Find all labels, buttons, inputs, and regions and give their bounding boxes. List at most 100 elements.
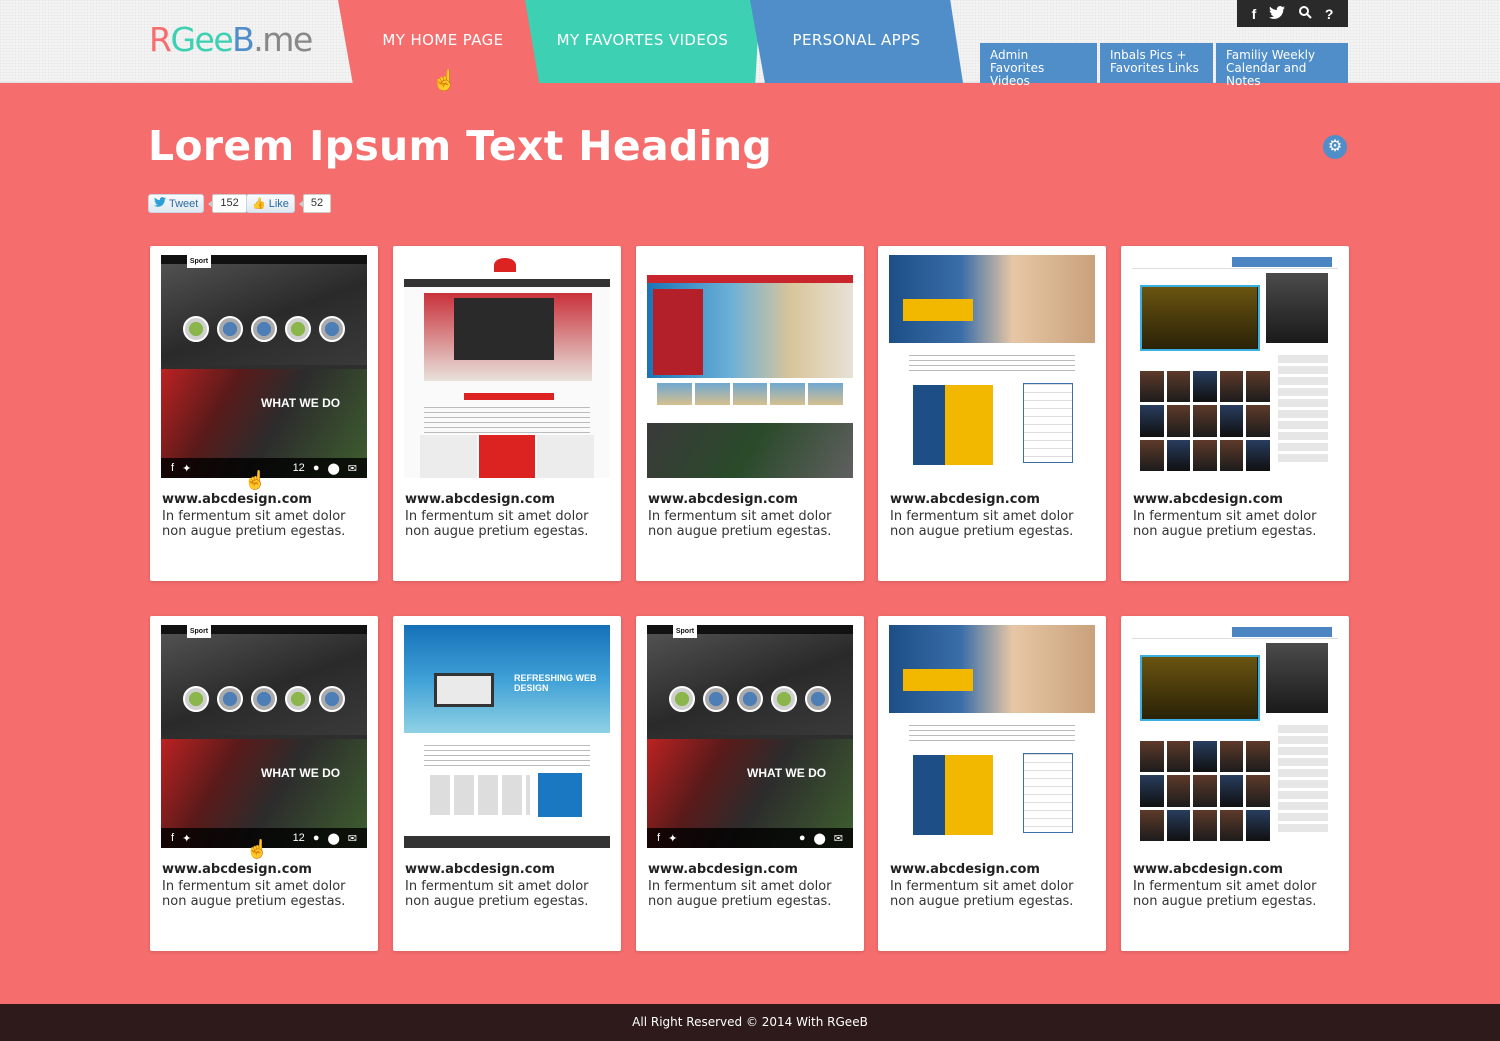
subtab-family-weekly-calendar[interactable]: Familiy Weekly Calendar and Notes	[1216, 43, 1348, 88]
site-thumbnail: Sport WHAT WE DO f ✦ 12 ● ⬤ ✉	[161, 255, 367, 478]
thumb-header	[404, 255, 610, 279]
subtab-admin-favorites-videos[interactable]: Admin Favorites Videos	[980, 43, 1097, 88]
comment-icon[interactable]: ●	[313, 462, 320, 474]
facebook-icon[interactable]: f	[171, 832, 174, 844]
site-card[interactable]: Sport WHAT WE DO f ✦ 12 ● ⬤ ✉ www.abcdesign.com I…	[150, 246, 378, 581]
comment-icon[interactable]: ●	[313, 832, 320, 844]
thumb-quote-box	[538, 773, 582, 817]
logo-letter: R	[149, 20, 172, 59]
card-description: In fermentum sit amet dolor non augue pr…	[890, 879, 1074, 909]
card-url[interactable]: www.abcdesign.com	[162, 862, 312, 877]
tweet-button[interactable]: Tweet	[148, 194, 205, 213]
site-card[interactable]: Sport WHAT WE DO f ✦ ● ⬤ ✉ www.abcdesign.com In …	[636, 616, 864, 951]
site-card[interactable]: www.abcdesign.com In fermentum sit amet d…	[878, 246, 1106, 581]
card-description: In fermentum sit amet dolor non augue pr…	[1133, 879, 1317, 909]
thumb-share-bar: f ✦ ● ⬤ ✉	[647, 828, 853, 848]
mail-icon[interactable]: ✉	[348, 832, 357, 845]
thumb-what-we-do: WHAT WE DO	[261, 766, 341, 780]
like-count: 52	[298, 194, 332, 213]
site-card[interactable]: www.abcdesign.com In fermentum sit amet d…	[636, 246, 864, 581]
card-url[interactable]: www.abcdesign.com	[1133, 862, 1283, 877]
thumb-steps-block	[913, 385, 993, 465]
facebook-icon[interactable]: f	[171, 462, 174, 474]
card-url[interactable]: www.abcdesign.com	[405, 492, 555, 507]
card-url[interactable]: www.abcdesign.com	[1133, 492, 1283, 507]
thumb-hero	[889, 255, 1095, 343]
site-card[interactable]: www.abcdesign.com In fermentum sit amet d…	[1121, 246, 1349, 581]
thumb-side-list	[1278, 725, 1328, 835]
thumb-text-lines	[424, 745, 590, 767]
thumb-footer-photo	[647, 423, 853, 478]
subtab-inbals-pics-favorites-links[interactable]: Inbals Pics + Favorites Links	[1100, 43, 1213, 83]
card-url[interactable]: www.abcdesign.com	[890, 862, 1040, 877]
twitter-icon[interactable]: ✦	[182, 832, 191, 845]
thumb-what-we-do: WHAT WE DO	[747, 766, 827, 780]
card-description: In fermentum sit amet dolor non augue pr…	[1133, 509, 1317, 539]
site-thumbnail	[404, 255, 610, 478]
tweet-share: Tweet 152	[148, 194, 247, 213]
like-label: Like	[268, 197, 289, 210]
help-icon[interactable]: ?	[1325, 6, 1334, 22]
thumb-services-box	[1023, 753, 1073, 833]
twitter-icon[interactable]: ✦	[668, 832, 677, 845]
subtab-line2: Calendar and Notes	[1226, 61, 1307, 88]
card-url[interactable]: www.abcdesign.com	[648, 862, 798, 877]
site-thumbnail	[889, 255, 1095, 478]
site-card[interactable]: www.abcdesign.com In fermentum sit amet d…	[1121, 616, 1349, 951]
twitter-icon[interactable]: ✦	[182, 462, 191, 475]
thumb-featured-movies	[1140, 655, 1260, 721]
copyright-text: All Right Reserved © 2014 With RGeeB	[632, 1015, 868, 1029]
card-description: In fermentum sit amet dolor non augue pr…	[405, 509, 589, 539]
card-url[interactable]: www.abcdesign.com	[162, 492, 312, 507]
subtab-line2: Favorites Links	[1110, 61, 1199, 75]
search-icon[interactable]	[1298, 5, 1312, 22]
like-share: 👍 Like 52	[246, 194, 332, 213]
thumb-headline: REFRESHING WEB DESIGN	[514, 673, 597, 693]
site-thumbnail: REFRESHING WEB DESIGN	[404, 625, 610, 848]
thumb-banner	[1232, 257, 1332, 267]
card-url[interactable]: www.abcdesign.com	[890, 492, 1040, 507]
like-button[interactable]: 👍 Like	[246, 194, 295, 213]
thumb-hero	[161, 625, 367, 735]
site-footer: All Right Reserved © 2014 With RGeeB	[0, 1004, 1500, 1041]
site-card[interactable]: www.abcdesign.com In fermentum sit amet d…	[878, 616, 1106, 951]
thumb-nav	[647, 275, 853, 283]
site-logo[interactable]: RGeeB.me	[149, 20, 313, 60]
mail-icon[interactable]: ✉	[348, 462, 357, 475]
hand-cursor-icon: ☝	[244, 470, 267, 490]
comment-icon[interactable]: ●	[799, 832, 806, 844]
thumb-banner	[1232, 627, 1332, 637]
site-thumbnail: Sport WHAT WE DO f ✦ 12 ● ⬤ ✉	[161, 625, 367, 848]
site-thumbnail	[647, 255, 853, 478]
thumb-what-we-do: WHAT WE DO	[261, 396, 341, 410]
site-thumbnail	[889, 625, 1095, 848]
facebook-icon[interactable]: f	[1252, 6, 1257, 22]
thumb-side-poster	[1266, 643, 1328, 713]
site-card[interactable]: REFRESHING WEB DESIGN www.abcdesign.com In…	[393, 616, 621, 951]
facebook-icon[interactable]: f	[657, 832, 660, 844]
thumb-sport-circles	[183, 686, 345, 712]
thumb-columns	[420, 435, 595, 478]
comment-count: 12	[292, 462, 305, 474]
location-icon[interactable]: ⬤	[813, 832, 825, 845]
thumb-hero	[161, 255, 367, 365]
location-icon[interactable]: ⬤	[327, 462, 339, 475]
tab-personal-apps[interactable]: PERSONAL APPS	[750, 0, 963, 83]
mail-icon[interactable]: ✉	[834, 832, 843, 845]
thumb-hero	[647, 625, 853, 735]
logo-letter: e	[292, 20, 313, 59]
tab-my-favorites-videos[interactable]: MY FAVORTES VIDEOS	[525, 0, 760, 83]
site-card[interactable]: www.abcdesign.com In fermentum sit amet d…	[393, 246, 621, 581]
gear-icon[interactable]: ⚙	[1323, 135, 1347, 159]
card-url[interactable]: www.abcdesign.com	[648, 492, 798, 507]
page-title: Lorem Ipsum Text Heading	[148, 122, 773, 170]
site-card[interactable]: Sport WHAT WE DO f ✦ 12 ● ⬤ ✉ www.abcdesign.com I…	[150, 616, 378, 951]
location-icon[interactable]: ⬤	[327, 832, 339, 845]
logo-letter: m	[262, 20, 294, 59]
thumb-text-lines	[909, 355, 1075, 375]
thumb-steps-block	[913, 755, 993, 835]
card-url[interactable]: www.abcdesign.com	[405, 862, 555, 877]
twitter-icon[interactable]	[1269, 5, 1286, 22]
tab-label: MY HOME PAGE	[382, 30, 504, 49]
thumb-brand: Sport	[187, 625, 211, 638]
